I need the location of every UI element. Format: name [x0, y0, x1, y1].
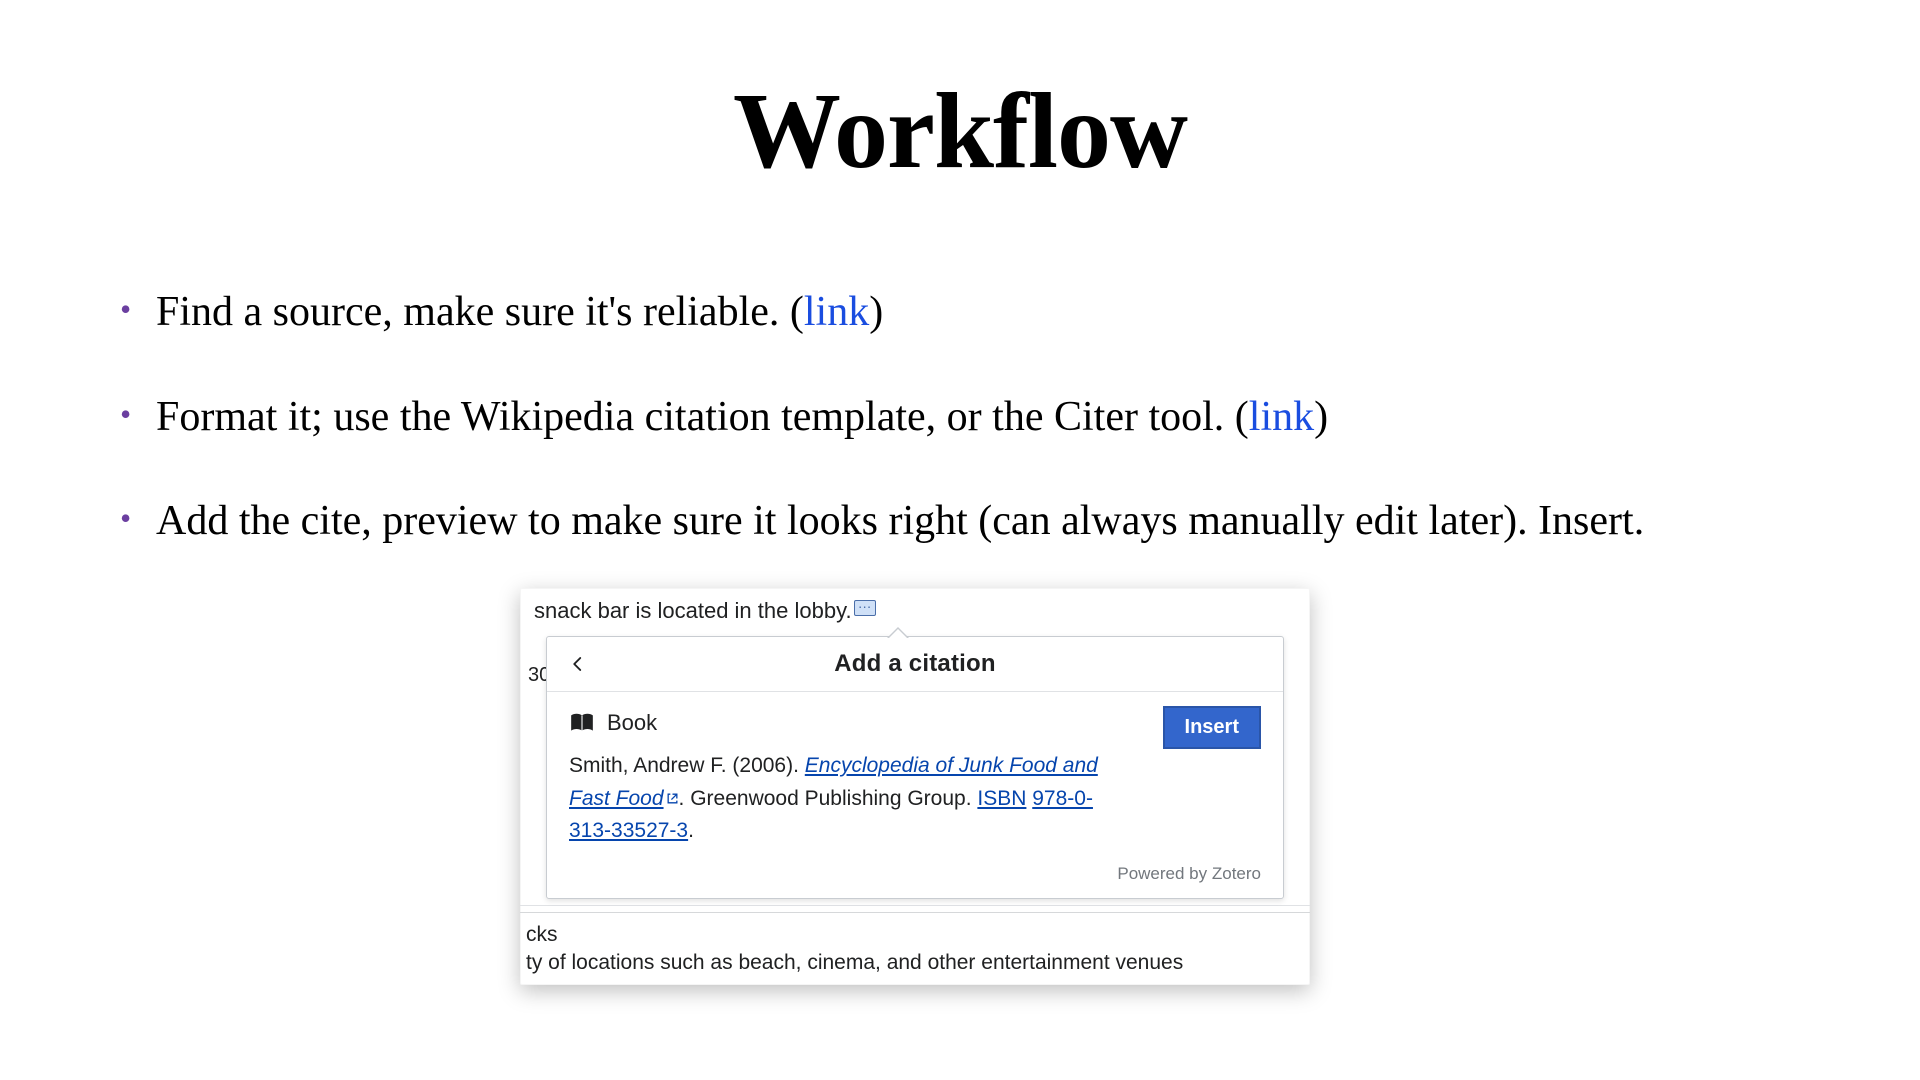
citation-trailing: .	[688, 819, 694, 842]
bullet-text: Add the cite, preview to make sure it lo…	[156, 498, 1644, 544]
book-icon	[569, 712, 595, 734]
paren-close: )	[869, 289, 883, 335]
powered-by-label: Powered by Zotero	[547, 858, 1283, 898]
bullet-item: Add the cite, preview to make sure it lo…	[120, 493, 1820, 550]
slide-title: Workflow	[100, 70, 1820, 194]
bullet-text: Find a source, make sure it's reliable.	[156, 289, 790, 335]
citation-preview: Smith, Andrew F. (2006). Encyclopedia of…	[569, 750, 1261, 848]
article-context-line: snack bar is located in the lobby.	[520, 588, 1310, 632]
add-citation-popup: Add a citation Book Insert Smith, Andrew…	[546, 636, 1284, 899]
context-text: snack bar is located in the lobby.	[534, 598, 852, 623]
citation-publisher: . Greenwood Publishing Group.	[679, 787, 978, 810]
reference-marker-icon[interactable]	[854, 600, 876, 616]
paren-close: )	[1314, 394, 1328, 440]
paren-open: (	[790, 289, 804, 335]
reliable-source-link[interactable]: link	[804, 289, 869, 335]
citation-editor-screenshot: snack bar is located in the lobby. 30 Ad…	[520, 588, 1310, 985]
article-text-fragment: ty of locations such as beach, cinema, a…	[520, 947, 1310, 985]
chevron-left-icon	[569, 655, 587, 673]
citer-tool-link[interactable]: link	[1249, 394, 1314, 440]
bullet-text: Format it; use the Wikipedia citation te…	[156, 394, 1235, 440]
citation-author-year: Smith, Andrew F. (2006).	[569, 754, 805, 777]
paren-open: (	[1235, 394, 1249, 440]
bullet-item: Format it; use the Wikipedia citation te…	[120, 389, 1820, 446]
source-type-label: Book	[607, 710, 657, 736]
article-text-fragment: cks	[520, 913, 1310, 947]
external-link-icon	[666, 783, 679, 796]
popup-title: Add a citation	[593, 650, 1267, 678]
insert-button[interactable]: Insert	[1163, 706, 1261, 749]
back-button[interactable]	[563, 649, 593, 679]
bullet-item: Find a source, make sure it's reliable. …	[120, 284, 1820, 341]
isbn-label-link[interactable]: ISBN	[977, 787, 1026, 810]
